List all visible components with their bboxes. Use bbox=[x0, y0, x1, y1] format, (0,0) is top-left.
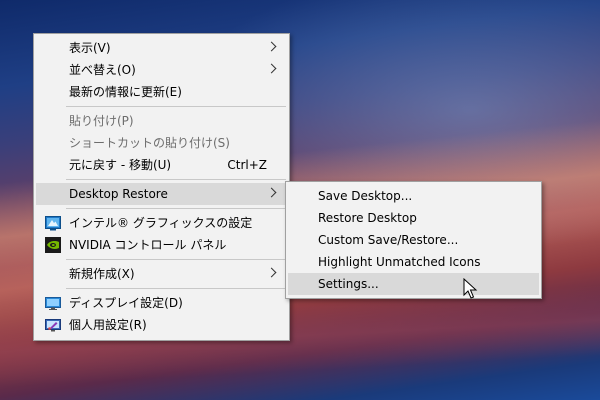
menu-item-label: 並べ替え(O) bbox=[69, 63, 136, 77]
desktop-restore-submenu: Save Desktop... Restore Desktop Custom S… bbox=[285, 181, 542, 299]
menu-item-label: 表示(V) bbox=[69, 41, 111, 55]
menu-item-label: 元に戻す - 移動(U) bbox=[69, 158, 172, 172]
menu-item-paste-shortcut: ショートカットの貼り付け(S) bbox=[36, 132, 287, 154]
intel-graphics-icon bbox=[45, 216, 61, 231]
menu-separator bbox=[66, 259, 286, 260]
menu-item-new[interactable]: 新規作成(X) bbox=[36, 263, 287, 285]
menu-item-label: NVIDIA コントロール パネル bbox=[69, 238, 227, 252]
submenu-item-highlight-unmatched-icons[interactable]: Highlight Unmatched Icons bbox=[288, 251, 539, 273]
submenu-item-save-desktop[interactable]: Save Desktop... bbox=[288, 185, 539, 207]
menu-item-nvidia-control-panel[interactable]: NVIDIA コントロール パネル bbox=[36, 234, 287, 256]
menu-item-label: 最新の情報に更新(E) bbox=[69, 85, 182, 99]
menu-item-label: 個人用設定(R) bbox=[69, 318, 147, 332]
menu-separator bbox=[66, 179, 286, 180]
menu-item-label: 新規作成(X) bbox=[69, 267, 135, 281]
menu-item-display-settings[interactable]: ディスプレイ設定(D) bbox=[36, 292, 287, 314]
chevron-right-icon bbox=[266, 267, 277, 278]
chevron-right-icon bbox=[266, 41, 277, 52]
personalize-icon bbox=[45, 319, 61, 332]
menu-item-desktop-restore[interactable]: Desktop Restore bbox=[36, 183, 287, 205]
menu-item-view[interactable]: 表示(V) bbox=[36, 37, 287, 59]
submenu-item-settings[interactable]: Settings... bbox=[288, 273, 539, 295]
menu-item-label: Custom Save/Restore... bbox=[318, 233, 459, 247]
menu-item-label: Restore Desktop bbox=[318, 211, 417, 225]
menu-item-label: ディスプレイ設定(D) bbox=[69, 296, 183, 310]
menu-item-shortcut: Ctrl+Z bbox=[227, 158, 267, 172]
menu-item-label: Save Desktop... bbox=[318, 189, 413, 203]
submenu-item-custom-save-restore[interactable]: Custom Save/Restore... bbox=[288, 229, 539, 251]
menu-item-refresh[interactable]: 最新の情報に更新(E) bbox=[36, 81, 287, 103]
menu-item-label: インテル® グラフィックスの設定 bbox=[69, 216, 253, 230]
menu-item-label: Settings... bbox=[318, 277, 379, 291]
menu-item-paste: 貼り付け(P) bbox=[36, 110, 287, 132]
menu-separator bbox=[66, 288, 286, 289]
chevron-right-icon bbox=[266, 63, 277, 74]
menu-item-label: Highlight Unmatched Icons bbox=[318, 255, 481, 269]
display-icon bbox=[45, 297, 61, 310]
nvidia-icon bbox=[45, 237, 61, 253]
mouse-cursor-icon bbox=[463, 278, 478, 299]
menu-item-label: 貼り付け(P) bbox=[69, 114, 134, 128]
menu-item-intel-graphics[interactable]: インテル® グラフィックスの設定 bbox=[36, 212, 287, 234]
menu-separator bbox=[66, 208, 286, 209]
menu-separator bbox=[66, 106, 286, 107]
submenu-item-restore-desktop[interactable]: Restore Desktop bbox=[288, 207, 539, 229]
menu-item-label: Desktop Restore bbox=[69, 187, 168, 201]
menu-item-personalize[interactable]: 個人用設定(R) bbox=[36, 314, 287, 336]
desktop-context-menu: 表示(V) 並べ替え(O) 最新の情報に更新(E) 貼り付け(P) ショートカッ… bbox=[33, 33, 290, 341]
menu-item-label: ショートカットの貼り付け(S) bbox=[69, 136, 230, 150]
chevron-right-icon bbox=[266, 187, 277, 198]
menu-item-undo-move[interactable]: 元に戻す - 移動(U) Ctrl+Z bbox=[36, 154, 287, 176]
menu-item-sort[interactable]: 並べ替え(O) bbox=[36, 59, 287, 81]
